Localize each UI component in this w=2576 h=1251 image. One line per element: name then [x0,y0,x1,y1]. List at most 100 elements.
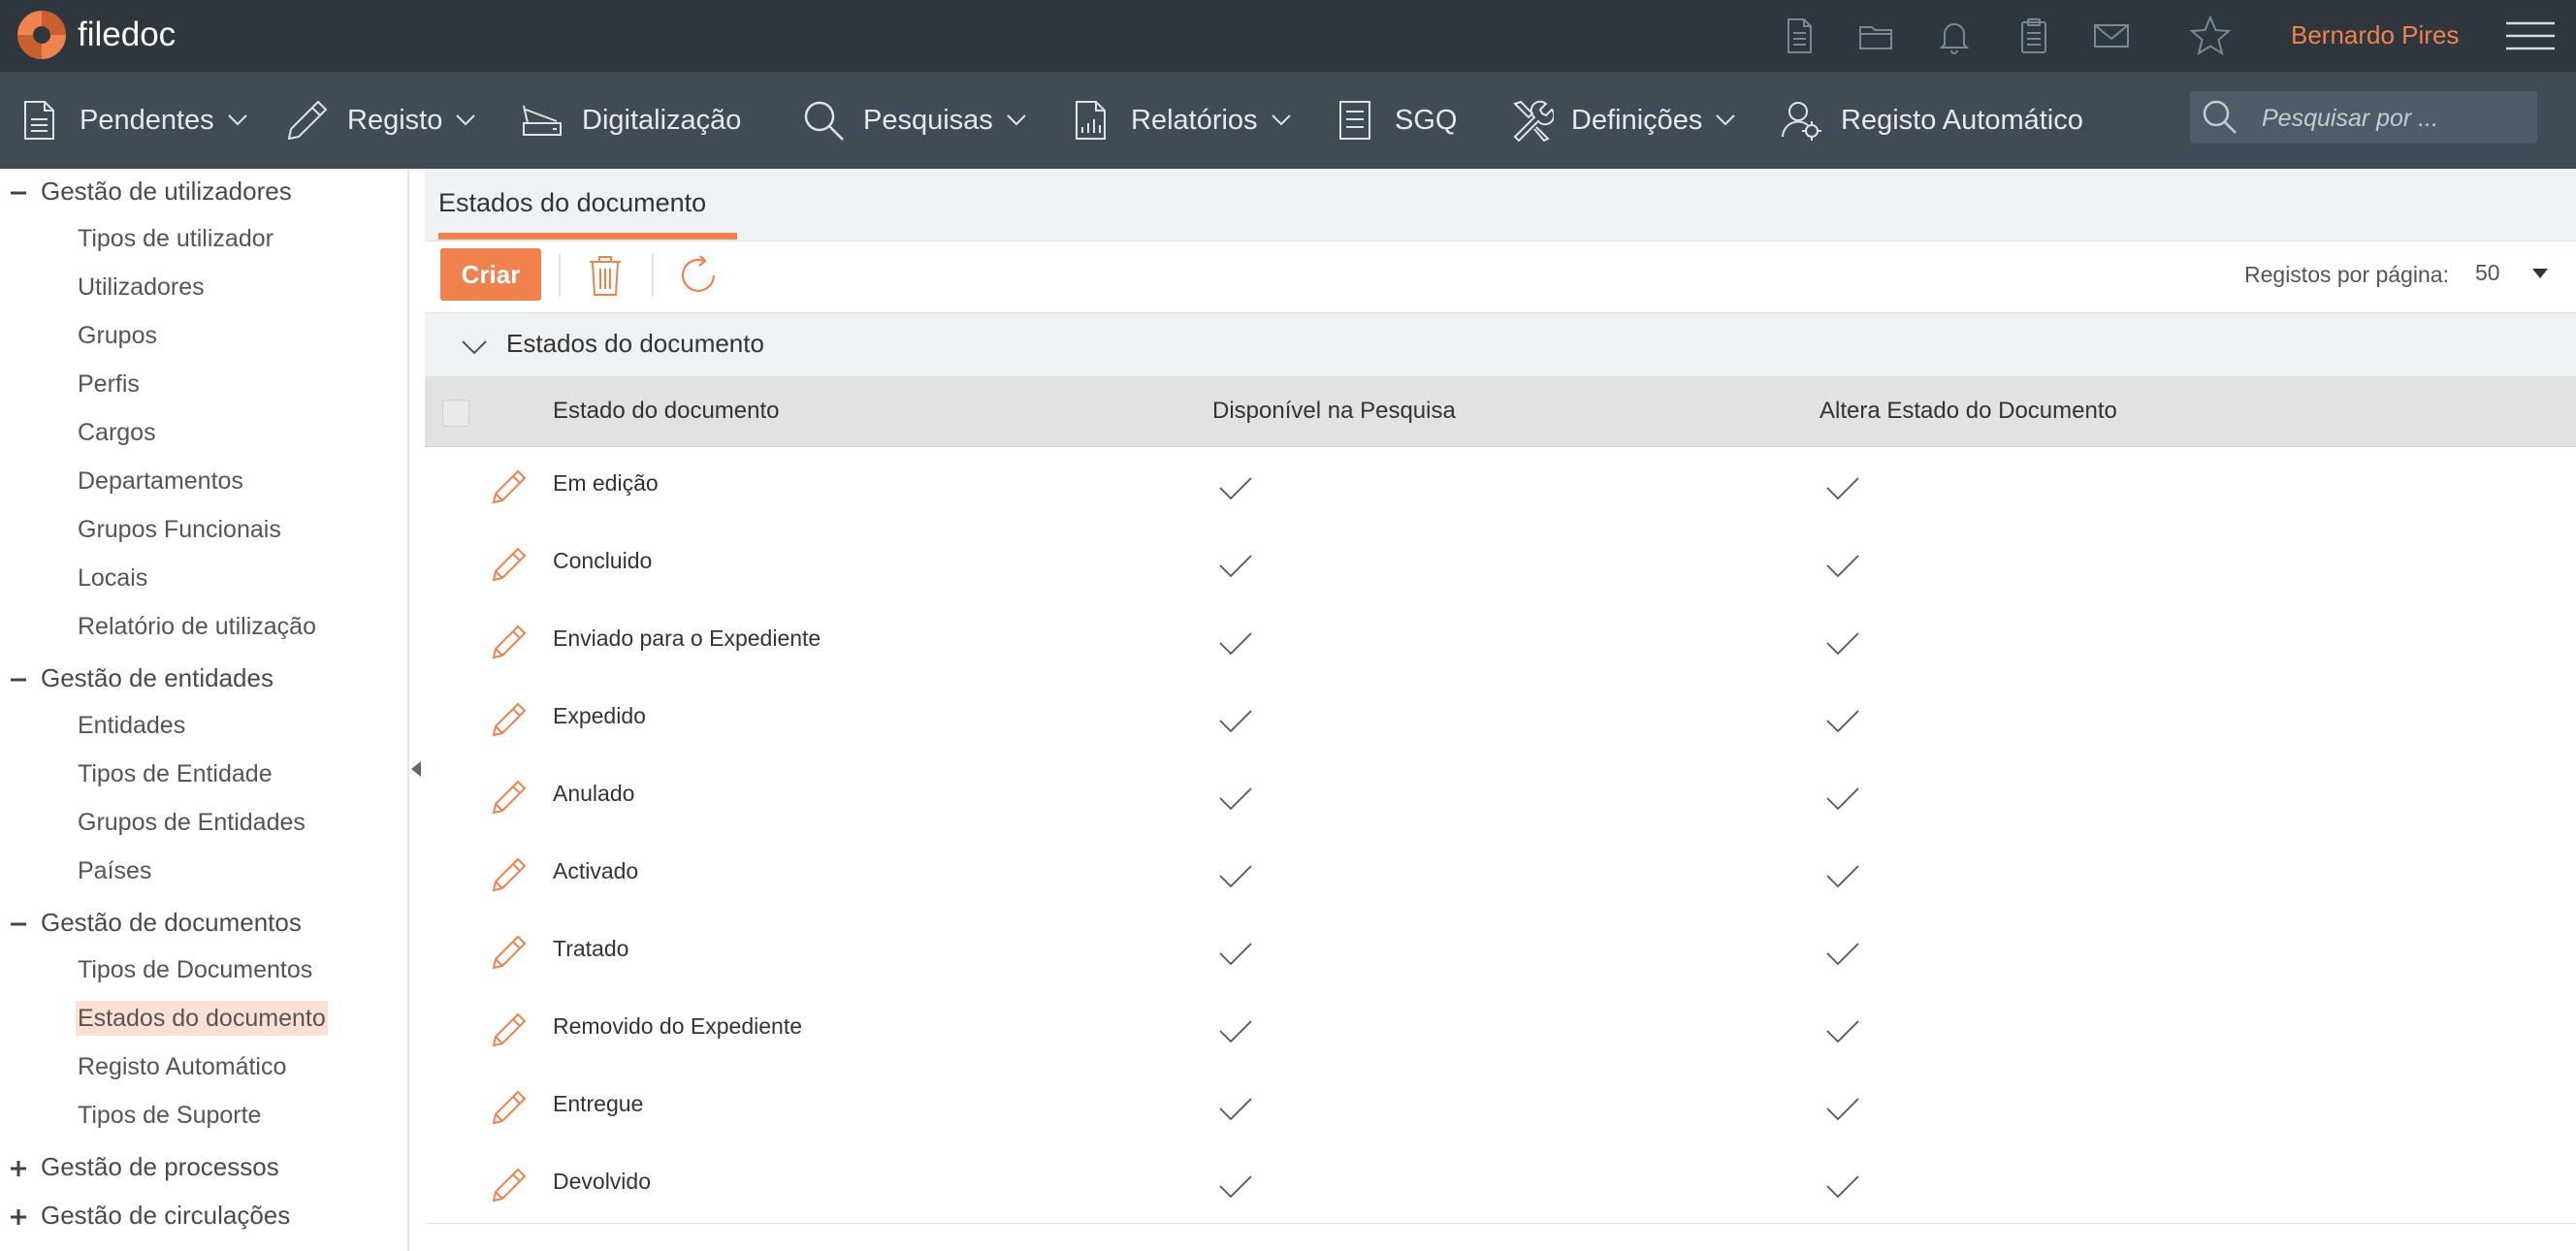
sidebar-item-departamentos[interactable]: Departamentos [76,464,245,498]
sidebar-item-registo-automatico[interactable]: Registo Automático [76,1049,288,1084]
user-name[interactable]: Bernardo Pires [2291,17,2459,52]
estado-name: Devolvido [553,1169,651,1194]
table-row[interactable]: Devolvido [425,1145,2576,1224]
caret-down-icon[interactable] [2531,268,2549,279]
table-row[interactable]: Removido do Expediente [425,990,2576,1069]
chevron-down-icon[interactable] [462,340,487,354]
estado-name: Entregue [553,1091,644,1116]
group-header[interactable]: Estados do documento [425,312,2576,376]
nav-sgq[interactable]: SGQ [1333,72,1457,169]
checkmark-icon [1219,477,1252,500]
nav-pesquisas[interactable]: Pesquisas [801,72,1026,169]
estado-name: Enviado para o Expediente [553,626,821,651]
brand-name: filedoc [78,16,177,53]
sidebar-item-tipos-documentos[interactable]: Tipos de Documentos [76,952,314,987]
checkmark-icon [1219,632,1252,656]
sidebar-item-entidades[interactable]: Entidades [76,708,187,743]
pencil-edit-icon[interactable] [491,468,528,505]
table-row[interactable]: Entregue [425,1068,2576,1146]
nav-label: Pendentes [80,104,214,136]
estado-name: Em edição [553,470,659,496]
star-icon[interactable] [2188,14,2233,58]
tree-group-label[interactable]: Gestão de processos [41,1152,279,1182]
filedoc-logo-icon [17,11,66,59]
pencil-edit-icon[interactable] [491,1167,528,1203]
trash-icon[interactable] [582,252,628,299]
tab-estados-documento[interactable]: Estados do documento [438,188,706,218]
nav-digitalizacao[interactable]: Digitalização [520,72,741,169]
sidebar-item-locais[interactable]: Locais [76,561,149,595]
tree-group-label[interactable]: Gestão de entidades [41,663,274,693]
nav-registo[interactable]: Registo [285,72,476,169]
sidebar-item-tipos-utilizador[interactable]: Tipos de utilizador [76,221,275,256]
nav-label: Registo [347,104,443,136]
column-header-altera-estado[interactable]: Altera Estado do Documento [1819,398,2117,425]
pencil-edit-icon[interactable] [491,934,528,971]
column-header-disponivel[interactable]: Disponível na Pesquisa [1212,398,1456,425]
sidebar-item-grupos-funcionais[interactable]: Grupos Funcionais [76,512,283,547]
plus-icon[interactable] [8,1206,29,1228]
sidebar-item-paises[interactable]: Países [76,853,153,888]
nav-label: Definições [1571,104,1703,136]
select-all-checkbox[interactable] [442,400,469,427]
checkmark-icon [1219,1098,1252,1121]
sidebar-item-tipos-entidade[interactable]: Tipos de Entidade [76,756,274,791]
sidebar-item-tipos-suporte[interactable]: Tipos de Suporte [76,1098,263,1133]
top-bar: filedoc Bernardo Pires [0,0,2576,72]
tree-group-label[interactable]: Gestão de documentos [41,908,302,938]
plus-icon[interactable] [8,1158,29,1179]
hamburger-menu-icon[interactable] [2506,21,2555,50]
folder-icon[interactable] [1856,16,1897,56]
sidebar-item-cargos[interactable]: Cargos [76,415,158,450]
table-row[interactable]: Tratado [425,913,2576,991]
nav-registo-automatico[interactable]: Registo Automático [1779,72,2083,169]
table-row[interactable]: Anulado [425,757,2576,836]
search-icon [2203,100,2237,134]
pencil-edit-icon[interactable] [491,701,528,738]
sidebar-item-perfis[interactable]: Perfis [76,367,142,401]
collapse-sidebar-icon[interactable] [410,760,422,778]
table-row[interactable]: Activado [425,835,2576,914]
sidebar-divider[interactable] [407,169,409,1251]
pencil-icon [287,100,328,141]
document-icon[interactable] [1779,16,1819,56]
pencil-edit-icon[interactable] [491,1011,528,1048]
table-row[interactable]: Expedido [425,680,2576,758]
chevron-down-icon [1716,114,1736,126]
minus-icon[interactable] [8,914,29,935]
pencil-edit-icon[interactable] [491,856,528,893]
sidebar-item-relatorio-utilizacao[interactable]: Relatório de utilização [76,609,318,644]
tree-group-label[interactable]: Gestão de circulações [41,1201,290,1231]
table-row[interactable]: Em edição [425,447,2576,526]
minus-icon[interactable] [8,182,29,204]
checkmark-icon [1826,555,1859,578]
checkmark-icon [1219,555,1252,578]
column-header-estado[interactable]: Estado do documento [553,398,780,425]
chevron-down-icon [456,114,476,126]
sidebar-item-estados-documento[interactable]: Estados do documento [76,1001,328,1036]
minus-icon[interactable] [8,669,29,690]
sidebar-item-grupos[interactable]: Grupos [76,318,159,353]
nav-definicoes[interactable]: Definições [1509,72,1736,169]
pencil-edit-icon[interactable] [491,779,528,816]
bell-icon[interactable] [1934,16,1975,56]
tree-group-label[interactable]: Gestão de utilizadores [41,176,292,207]
table-row[interactable]: Enviado para o Expediente [425,602,2576,681]
clipboard-icon[interactable] [2013,16,2054,56]
nav-pendentes[interactable]: Pendentes [17,72,247,169]
checkmark-icon [1826,710,1859,733]
mail-icon[interactable] [2091,16,2132,56]
pencil-edit-icon[interactable] [491,624,528,660]
pencil-edit-icon[interactable] [491,546,528,583]
refresh-icon[interactable] [675,252,722,299]
sidebar-item-utilizadores[interactable]: Utilizadores [76,270,207,305]
sidebar-item-grupos-entidades[interactable]: Grupos de Entidades [76,805,307,840]
per-page-select[interactable]: 50 [2475,260,2500,286]
create-button[interactable]: Criar [440,248,541,301]
checkmark-icon [1826,1098,1859,1121]
pencil-edit-icon[interactable] [491,1089,528,1126]
nav-label: SGQ [1395,104,1458,136]
search-input[interactable] [2260,91,2531,145]
table-row[interactable]: Concluido [425,525,2576,603]
nav-relatorios[interactable]: Relatórios [1069,72,1291,169]
